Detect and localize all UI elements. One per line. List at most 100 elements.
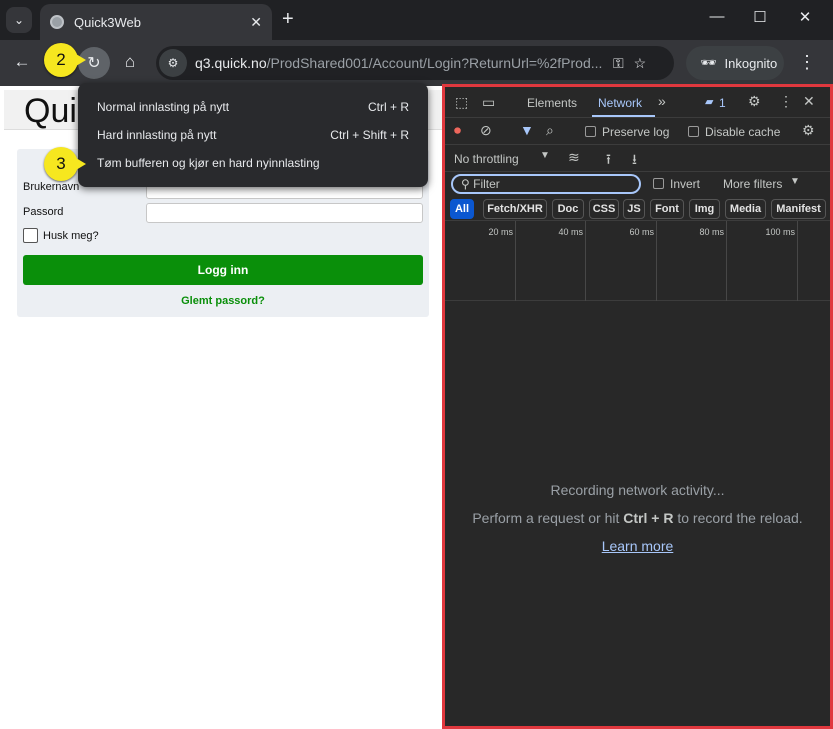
record-stop-icon[interactable]: ⏺ (454, 122, 461, 139)
invert-checkbox[interactable] (653, 178, 664, 189)
address-url[interactable]: q3.quick.no/ProdShared001/Account/Login?… (195, 55, 603, 71)
network-conditions-icon[interactable]: ≋ (568, 149, 580, 166)
throttling-row: No throttling ▼ ≋ ⭱ ⭳ (445, 145, 830, 172)
devtools-tabbar: ⬚ ▭ Elements Network » ▰ 1 ⚙ ⋮ ✕ (445, 87, 830, 118)
devtools-panel: ⬚ ▭ Elements Network » ▰ 1 ⚙ ⋮ ✕ ⏺ ⊘ ▼ ⌕… (442, 84, 833, 729)
type-filter-img[interactable]: Img (689, 199, 720, 219)
empty-state-hint: Perform a request or hit Ctrl + R to rec… (445, 510, 830, 526)
type-filter-fetch-xhr[interactable]: Fetch/XHR (483, 199, 547, 219)
timeline-tick-label: 80 ms (699, 227, 724, 237)
username-label: Brukernavn (23, 181, 80, 193)
devtools-menu-icon[interactable]: ⋮ (779, 93, 793, 110)
more-tabs-icon[interactable]: » (658, 93, 666, 109)
login-button[interactable]: Logg inn (23, 255, 423, 285)
browser-toolbar: ← ↻ ⌂ ⚙ q3.quick.no/ProdShared001/Accoun… (0, 40, 833, 86)
network-settings-icon[interactable]: ⚙ (802, 122, 815, 139)
forgot-password-link[interactable]: Glemt passord? (17, 295, 429, 307)
learn-more-link[interactable]: Learn more (445, 538, 830, 554)
device-toolbar-icon[interactable]: ▭ (482, 94, 495, 111)
new-tab-plus-icon[interactable]: + (282, 8, 294, 30)
tab-strip: ⌄ Quick3Web ✕ + — ☐ ✕ (0, 0, 833, 40)
menu-item-empty-cache-hard-reload[interactable]: Tøm bufferen og kjør en hard nyinnlastin… (97, 156, 409, 170)
type-filter-js[interactable]: JS (623, 199, 645, 219)
import-har-icon[interactable]: ⭱ (606, 149, 611, 173)
site-info-icon[interactable]: ⚙ (159, 49, 187, 77)
menu-item-hard-reload[interactable]: Hard innlasting på nytt Ctrl + Shift + R (97, 128, 409, 142)
more-filters-button[interactable]: More filters (723, 177, 782, 191)
devtools-close-icon[interactable]: ✕ (803, 93, 815, 110)
menu-item-shortcut: Ctrl + R (367, 100, 409, 114)
home-icon[interactable]: ⌂ (118, 52, 142, 72)
network-overview-timeline[interactable]: 20 ms 40 ms 60 ms 80 ms 100 ms (445, 221, 830, 301)
throttling-select[interactable]: No throttling (454, 152, 519, 166)
hint-shortcut: Ctrl + R (623, 510, 674, 526)
tab-quick3web[interactable]: Quick3Web ✕ (40, 4, 272, 40)
tab-close-icon[interactable]: ✕ (250, 14, 262, 31)
resource-type-filters: All Fetch/XHR Doc CSS JS Font Img Media … (445, 197, 830, 221)
filter-row: ⚲ Filter Invert More filters ▼ (445, 172, 830, 197)
type-filter-css[interactable]: CSS (589, 199, 619, 219)
issues-icon[interactable]: ▰ (705, 95, 713, 108)
step-badge-2: 2 (44, 43, 86, 77)
remember-label: Husk meg? (43, 230, 99, 242)
browser-menu-icon[interactable]: ⋮ (798, 52, 816, 73)
type-filter-doc[interactable]: Doc (552, 199, 584, 219)
empty-state-title: Recording network activity... (550, 482, 725, 498)
throttling-dropdown-icon[interactable]: ▼ (540, 150, 550, 161)
type-filter-font[interactable]: Font (650, 199, 684, 219)
timeline-tick-label: 60 ms (629, 227, 654, 237)
back-arrow-icon[interactable]: ← (10, 52, 34, 72)
timeline-gridline (797, 221, 798, 301)
bookmark-star-icon[interactable]: ☆ (634, 55, 647, 72)
issues-count[interactable]: 1 (719, 96, 726, 110)
password-key-icon[interactable]: ⚿ (613, 55, 624, 72)
filter-funnel-icon[interactable]: ▼ (520, 122, 534, 138)
inspect-element-icon[interactable]: ⬚ (455, 94, 468, 111)
url-host: q3.quick.no (195, 55, 267, 71)
hint-text-post: to record the reload. (677, 510, 803, 526)
type-filter-manifest[interactable]: Manifest (771, 199, 826, 219)
logo-text: Qui (24, 92, 77, 130)
reload-context-menu: Normal innlasting på nytt Ctrl + R Hard … (78, 83, 428, 187)
filter-placeholder: Filter (473, 177, 500, 191)
tab-title: Quick3Web (74, 14, 141, 30)
timeline-tick-label: 20 ms (488, 227, 513, 237)
timeline-gridline (515, 221, 516, 301)
password-label: Passord (23, 206, 64, 218)
window-close-icon[interactable]: ✕ (794, 8, 816, 26)
password-field[interactable] (146, 203, 423, 223)
active-tab-underline (592, 115, 655, 117)
tab-search-chevron-icon[interactable]: ⌄ (6, 7, 32, 33)
network-controls: ⏺ ⊘ ▼ ⌕ Preserve log Disable cache ⚙ (445, 118, 830, 145)
type-filter-all[interactable]: All (450, 199, 474, 219)
timeline-tick-label: 100 ms (765, 227, 795, 237)
more-filters-dropdown-icon[interactable]: ▼ (790, 176, 800, 187)
tab-elements[interactable]: Elements (527, 96, 577, 110)
hint-text-pre: Perform a request or hit (472, 510, 620, 526)
menu-item-label: Hard innlasting på nytt (97, 128, 217, 142)
url-path: /ProdShared001/Account/Login?ReturnUrl=%… (266, 55, 603, 71)
clear-icon[interactable]: ⊘ (480, 122, 492, 139)
search-icon[interactable]: ⌕ (546, 122, 554, 139)
filter-input[interactable]: ⚲ Filter (451, 174, 641, 194)
minimize-icon[interactable]: — (706, 8, 728, 25)
menu-item-normal-reload[interactable]: Normal innlasting på nytt Ctrl + R (97, 100, 409, 114)
timeline-gridline (656, 221, 657, 301)
remember-checkbox[interactable] (23, 228, 38, 243)
preserve-log-checkbox[interactable] (585, 126, 596, 137)
menu-item-label: Tøm bufferen og kjør en hard nyinnlastin… (97, 156, 320, 170)
menu-item-shortcut: Ctrl + Shift + R (330, 128, 409, 142)
maximize-icon[interactable]: ☐ (749, 8, 771, 26)
incognito-icon: 🕶 (700, 55, 717, 70)
timeline-tick-label: 40 ms (558, 227, 583, 237)
invert-label: Invert (670, 177, 701, 191)
type-filter-media[interactable]: Media (725, 199, 766, 219)
devtools-settings-icon[interactable]: ⚙ (748, 93, 761, 110)
tab-network[interactable]: Network (598, 96, 642, 110)
incognito-button[interactable]: 🕶 Inkognito (686, 46, 784, 80)
incognito-label: Inkognito (724, 55, 778, 71)
address-bar[interactable]: ⚙ q3.quick.no/ProdShared001/Account/Logi… (156, 46, 674, 80)
disable-cache-checkbox[interactable] (688, 126, 699, 137)
export-har-icon[interactable]: ⭳ (632, 149, 637, 173)
filter-funnel-icon: ⚲ (461, 177, 474, 191)
